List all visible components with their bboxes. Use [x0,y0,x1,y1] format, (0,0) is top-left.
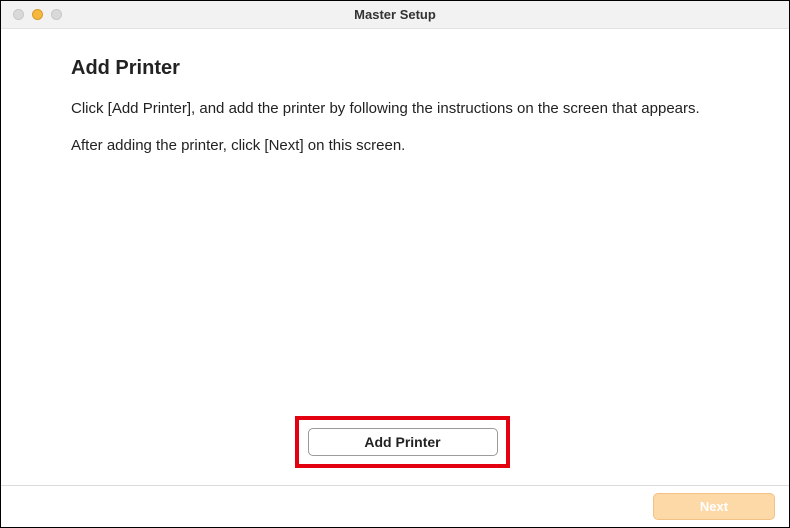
close-window-button[interactable] [13,9,24,20]
next-button: Next [653,493,775,520]
page-heading: Add Printer [71,57,719,80]
content-area: Add Printer Click [Add Printer], and add… [1,29,789,156]
instruction-text-1: Click [Add Printer], and add the printer… [71,98,719,119]
window-title: Master Setup [1,7,789,22]
traffic-lights [1,9,62,20]
instruction-text-2: After adding the printer, click [Next] o… [71,135,719,156]
titlebar: Master Setup [1,1,789,29]
maximize-window-button[interactable] [51,9,62,20]
highlight-annotation: Add Printer [295,416,510,468]
minimize-window-button[interactable] [32,9,43,20]
footer: Next [1,485,789,527]
add-printer-button[interactable]: Add Printer [308,428,498,456]
